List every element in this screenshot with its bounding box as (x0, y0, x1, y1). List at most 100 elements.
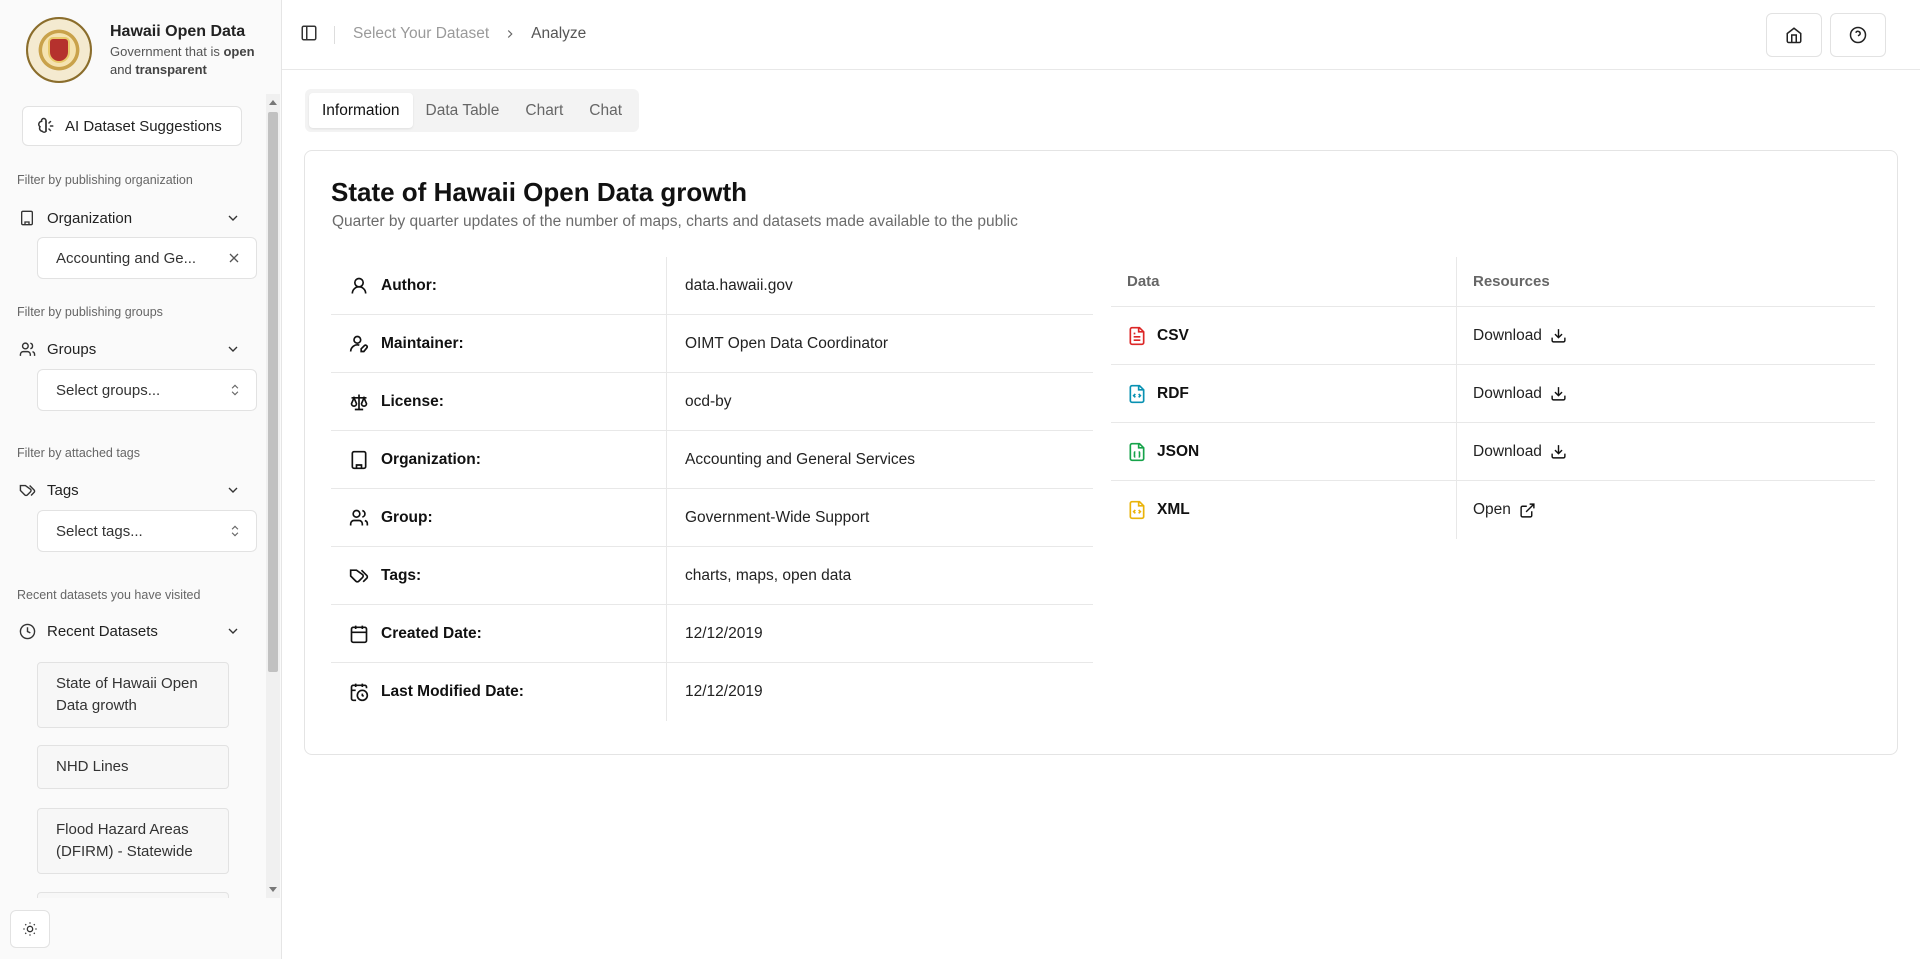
tags-filter-label: Tags (47, 481, 79, 499)
brand-subtitle-transparent: transparent (135, 62, 207, 77)
meta-label: Group: (381, 508, 433, 526)
scroll-up-arrow[interactable] (269, 100, 277, 105)
groups-filter-label: Groups (47, 340, 97, 358)
file-code-icon (1129, 500, 1145, 520)
organization-filter-toggle[interactable]: Organization (19, 206, 241, 230)
groups-select[interactable]: Select groups... (37, 369, 257, 411)
meta-value: charts, maps, open data (685, 566, 852, 584)
col-data-header: Data (1111, 257, 1457, 306)
file-text-icon (1129, 326, 1145, 345)
download-icon (1551, 387, 1566, 401)
building-icon (21, 210, 33, 226)
sidebar-scroll-area[interactable]: AI Dataset Suggestions Filter by publish… (0, 94, 266, 898)
meta-value: Government-Wide Support (685, 508, 870, 526)
meta-value: 12/12/2019 (685, 624, 763, 642)
chevrons-up-down-icon (231, 525, 239, 537)
help-button[interactable] (1830, 13, 1886, 57)
organization-filter-label: Organization (47, 209, 133, 227)
brand-subtitle: Government that is open and transparent (110, 43, 260, 79)
meta-value: 12/12/2019 (685, 683, 763, 700)
tags-filter-caption: Filter by attached tags (17, 446, 140, 460)
tab-chat[interactable]: Chat (576, 93, 635, 128)
meta-row-tags: Tags: charts, maps, open data (331, 547, 1093, 605)
state-seal-logo (26, 17, 92, 83)
tab-chart[interactable]: Chart (512, 93, 576, 128)
resources-table: Data Resources CSV Download RDF Download… (1111, 257, 1875, 539)
recent-datasets-label: Recent Datasets (47, 622, 158, 640)
chevron-down-icon (228, 487, 238, 493)
meta-label: License: (381, 392, 444, 410)
scroll-thumb[interactable] (268, 112, 278, 672)
tags-select[interactable]: Select tags... (37, 510, 257, 552)
download-rdf-link[interactable]: Download (1457, 385, 1567, 403)
sidebar-scrollbar[interactable] (266, 94, 280, 898)
recent-dataset-item[interactable]: NHD Lines (37, 745, 229, 789)
resource-row-json: JSON Download (1111, 423, 1875, 481)
recent-dataset-item-partial[interactable] (37, 892, 229, 898)
meta-row-created-date: Created Date: 12/12/2019 (331, 605, 1093, 663)
resource-format: XML (1157, 501, 1190, 518)
brand-title: Hawaii Open Data (110, 23, 246, 40)
top-header: Select Your Dataset Analyze (282, 0, 1920, 70)
open-xml-link[interactable]: Open (1457, 501, 1536, 519)
meta-row-group: Group: Government-Wide Support (331, 489, 1093, 547)
download-icon (1551, 329, 1566, 343)
resource-format: RDF (1157, 384, 1189, 402)
resource-format: JSON (1157, 442, 1200, 460)
chevron-down-icon (228, 215, 238, 221)
resource-row-csv: CSV Download (1111, 307, 1875, 365)
tags-icon (349, 568, 369, 583)
tab-information[interactable]: Information (309, 93, 413, 128)
breadcrumb-select-dataset[interactable]: Select Your Dataset (353, 25, 489, 43)
metadata-table: Author: data.hawaii.gov Maintainer: OIMT… (331, 257, 1093, 721)
theme-toggle-button[interactable] (10, 910, 50, 948)
ai-button-label: AI Dataset Suggestions (65, 117, 222, 135)
brand-subtitle-open: open (223, 44, 255, 59)
brand[interactable]: Hawaii Open Data Government that is open… (26, 17, 260, 83)
dataset-description: Quarter by quarter updates of the number… (332, 213, 1018, 230)
users-icon (349, 509, 369, 525)
resource-action-label: Download (1473, 384, 1542, 402)
tags-icon (19, 484, 36, 496)
scroll-down-arrow[interactable] (269, 887, 277, 892)
brand-subtitle-text: Government that is (110, 44, 220, 59)
home-icon (1786, 27, 1802, 44)
brain-sparkle-icon (38, 117, 54, 133)
organization-selected-value: Accounting and Ge... (56, 249, 197, 267)
resource-action-label: Download (1473, 326, 1542, 344)
download-json-link[interactable]: Download (1457, 443, 1567, 461)
meta-value: Accounting and General Services (685, 450, 916, 468)
dataset-info-card: State of Hawaii Open Data growth Quarter… (304, 150, 1898, 755)
home-button[interactable] (1766, 13, 1822, 57)
resource-row-xml: XML Open (1111, 481, 1875, 539)
building-icon (351, 450, 367, 469)
groups-filter-toggle[interactable]: Groups (19, 337, 241, 361)
breadcrumb-analyze: Analyze (531, 25, 587, 42)
breadcrumb: Select Your Dataset Analyze (353, 25, 586, 43)
groups-placeholder: Select groups... (56, 381, 161, 399)
calendar-icon (350, 625, 368, 643)
resources-header: Data Resources (1111, 257, 1875, 307)
download-csv-link[interactable]: Download (1457, 327, 1567, 345)
ai-dataset-suggestions-button[interactable]: AI Dataset Suggestions (22, 106, 242, 146)
recent-datasets-toggle[interactable]: Recent Datasets (19, 619, 241, 643)
recent-dataset-item[interactable]: State of Hawaii Open Data growth (37, 662, 229, 728)
meta-value: ocd-by (685, 392, 732, 410)
user-icon (351, 277, 367, 294)
recent-dataset-item[interactable]: Flood Hazard Areas (DFIRM) - Statewide (37, 808, 229, 874)
meta-row-license: License: ocd-by (331, 373, 1093, 431)
chevron-right-icon (507, 30, 513, 38)
brand-subtitle-and: and (110, 62, 132, 77)
close-icon (229, 253, 239, 263)
meta-label: Author: (381, 276, 437, 294)
file-json-icon (1129, 442, 1145, 461)
tags-filter-toggle[interactable]: Tags (19, 478, 241, 502)
external-link-icon (1520, 502, 1535, 518)
toggle-sidebar-button[interactable] (300, 24, 318, 47)
scale-icon (350, 394, 368, 410)
header-divider (334, 26, 335, 44)
meta-row-maintainer: Maintainer: OIMT Open Data Coordinator (331, 315, 1093, 373)
organization-select[interactable]: Accounting and Ge... (37, 237, 257, 279)
tab-data-table[interactable]: Data Table (413, 93, 513, 128)
tags-placeholder: Select tags... (56, 522, 143, 540)
